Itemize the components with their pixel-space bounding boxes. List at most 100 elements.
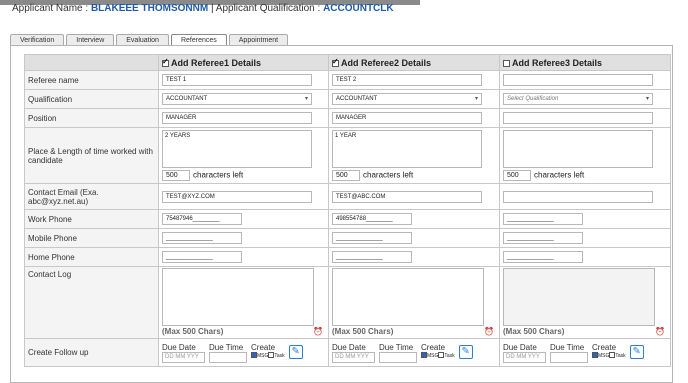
alarm-clock-icon[interactable]: ⏰ (655, 327, 665, 336)
referee2-email-input[interactable]: TEST@ABC.COM (332, 190, 482, 203)
edit-note-icon[interactable]: ✎ (629, 344, 644, 359)
referee1-char-counter: 500 characters left (162, 170, 325, 181)
referee1-email-input[interactable]: TEST@XYZ.COM (162, 190, 312, 203)
work-phone-label: Work Phone (24, 209, 159, 229)
referee3-place-textarea[interactable] (503, 130, 653, 168)
max-chars-label: (Max 500 Chars) (503, 327, 565, 336)
due-time-input[interactable] (550, 351, 588, 363)
chevron-down-icon: ▾ (304, 96, 308, 102)
referee3-home-phone-input[interactable]: ______________ (503, 251, 583, 263)
referee3-position-input[interactable] (503, 112, 653, 124)
mobile-phone-label: Mobile Phone (24, 228, 159, 248)
referee2-position-input[interactable]: MANAGER (332, 112, 482, 124)
max-chars-label: (Max 500 Chars) (332, 327, 394, 336)
place-length-label: Place & Length of time worked with candi… (24, 127, 159, 184)
qualification-label: Qualification (24, 89, 159, 109)
referee3-max-chars: (Max 500 Chars) ⏰ (503, 327, 667, 337)
referee1-place-textarea[interactable]: 2 YEARS (162, 130, 312, 168)
due-time-label: Due Time (209, 342, 244, 352)
task-label: Task (444, 352, 455, 359)
referee2-char-counter: 500 characters left (332, 170, 496, 181)
placeholder-text: Select Qualification (507, 96, 559, 102)
task-checkbox[interactable] (609, 351, 616, 358)
edit-note-icon[interactable]: ✎ (288, 344, 303, 359)
referee1-follow-up: Due Date DD MM YYY Due Time Create MSG Task… (162, 343, 325, 363)
referee2-contact-log[interactable] (332, 268, 484, 326)
referee3-header: Add Referee3 Details (499, 54, 671, 71)
referee2-place-textarea[interactable]: 1 YEAR (332, 130, 482, 168)
max-chars-label: (Max 500 Chars) (162, 327, 224, 336)
referee1-contact-log[interactable] (162, 268, 314, 326)
chars-left-label: characters left (534, 170, 585, 180)
referee3-contact-log[interactable] (503, 268, 655, 326)
applicant-name: BLAKEEE THOMSONNM (90, 3, 209, 14)
chars-left-label: characters left (193, 170, 244, 180)
chars-left-value: 500 (332, 170, 360, 181)
create-follow-up-label: Create Follow up (24, 338, 159, 367)
selected-value: ACCOUNTANT (166, 96, 208, 102)
task-checkbox[interactable] (268, 351, 275, 358)
chevron-down-icon: ▾ (474, 96, 478, 102)
referee3-email-input[interactable] (503, 190, 653, 203)
applicant-info: Applicant Name : BLAKEEE THOMSONNM | App… (12, 3, 394, 14)
chars-left-value: 500 (503, 170, 531, 181)
due-date-input[interactable]: DD MM YYY (503, 351, 546, 363)
due-date-label: Due Date (332, 342, 366, 352)
referee1-header: Add Referee1 Details (158, 54, 329, 71)
msg-label: MSG (427, 352, 439, 359)
applicant-qualification-label: Applicant Qualification : (215, 3, 324, 14)
task-label: Task (615, 352, 626, 359)
create-label: Create (251, 342, 276, 352)
referee1-home-phone-input[interactable]: ______________ (162, 251, 242, 263)
references-table: Add Referee1 Details Add Referee2 Detail… (24, 54, 671, 367)
referee2-follow-up: Due Date DD MM YYY Due Time Create MSG Task… (332, 343, 496, 363)
referee1-position-input[interactable]: MANAGER (162, 112, 312, 124)
referee1-work-phone-input[interactable]: 75487946________ (162, 213, 242, 225)
due-time-label: Due Time (379, 342, 414, 352)
referee2-work-phone-input[interactable]: 498554788________ (332, 213, 412, 225)
due-date-input[interactable]: DD MM YYY (162, 351, 205, 363)
task-checkbox[interactable] (438, 351, 445, 358)
referee1-mobile-phone-input[interactable]: ______________ (162, 232, 242, 244)
header-blank (24, 54, 159, 71)
msg-checkbox[interactable] (251, 351, 257, 358)
chevron-down-icon: ▾ (645, 96, 649, 102)
referee3-name-input[interactable] (503, 74, 653, 86)
msg-label: MSG (257, 352, 269, 359)
referee1-header-label: Add Referee1 Details (171, 57, 262, 68)
edit-note-icon[interactable]: ✎ (458, 344, 473, 359)
due-date-input[interactable]: DD MM YYY (332, 351, 375, 363)
alarm-clock-icon[interactable]: ⏰ (484, 327, 494, 336)
referee3-checkbox[interactable] (503, 59, 510, 67)
position-label: Position (24, 108, 159, 128)
msg-checkbox[interactable] (421, 351, 427, 358)
due-time-input[interactable] (209, 351, 247, 363)
task-label: Task (274, 352, 285, 359)
alarm-clock-icon[interactable]: ⏰ (313, 327, 323, 336)
referee1-name-input[interactable]: TEST 1 (162, 74, 312, 86)
referee2-home-phone-input[interactable]: ______________ (332, 251, 412, 263)
referee2-max-chars: (Max 500 Chars) ⏰ (332, 327, 496, 337)
msg-checkbox[interactable] (592, 351, 598, 358)
referee2-qualification-select[interactable]: ACCOUNTANT ▾ (332, 93, 482, 105)
referee2-mobile-phone-input[interactable]: ______________ (332, 232, 412, 244)
selected-value: ACCOUNTANT (336, 96, 378, 102)
referee1-qualification-select[interactable]: ACCOUNTANT ▾ (162, 93, 312, 105)
referee2-header: Add Referee2 Details (328, 54, 500, 71)
referee1-max-chars: (Max 500 Chars) ⏰ (162, 327, 325, 337)
references-panel: Add Referee1 Details Add Referee2 Detail… (10, 45, 673, 383)
referee2-name-input[interactable]: TEST 2 (332, 74, 482, 86)
applicant-name-label: Applicant Name : (12, 3, 91, 14)
due-time-input[interactable] (379, 351, 417, 363)
due-date-label: Due Date (162, 342, 196, 352)
due-time-label: Due Time (550, 342, 585, 352)
referee3-work-phone-input[interactable]: ______________ (503, 213, 583, 225)
referee3-qualification-select[interactable]: Select Qualification ▾ (503, 93, 653, 105)
referee2-header-label: Add Referee2 Details (341, 57, 432, 68)
separator: | (208, 3, 216, 14)
referee1-checkbox[interactable] (162, 57, 169, 67)
chars-left-value: 500 (162, 170, 190, 181)
referee3-mobile-phone-input[interactable]: ______________ (503, 232, 583, 244)
referee2-checkbox[interactable] (332, 57, 339, 67)
create-label: Create (421, 342, 446, 352)
